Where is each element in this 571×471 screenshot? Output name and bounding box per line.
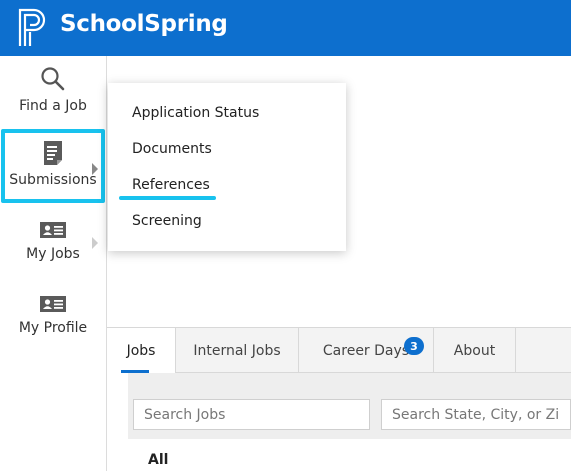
id-card-icon (40, 214, 66, 240)
chevron-right-icon (92, 237, 98, 249)
schoolspring-logo-icon[interactable] (18, 8, 48, 48)
brand-name[interactable]: SchoolSpring (60, 11, 228, 37)
tab-internal-jobs[interactable]: Internal Jobs (176, 328, 299, 373)
menu-item-application-status[interactable]: Application Status (132, 105, 259, 121)
tab-bar: Jobs Internal Jobs Career Days About (107, 327, 571, 373)
menu-item-references[interactable]: References (132, 177, 210, 193)
sidebar-item-my-profile[interactable]: My Profile (0, 288, 106, 362)
sidebar-item-label: My Jobs (26, 246, 80, 262)
results-filter-all[interactable]: All (148, 452, 168, 468)
career-days-count-badge: 3 (404, 337, 424, 355)
sidebar-item-my-jobs[interactable]: My Jobs (0, 214, 106, 288)
id-card-icon (40, 288, 66, 314)
tab-label: Career Days (322, 342, 410, 359)
app-header: SchoolSpring (0, 0, 571, 56)
sidebar-item-label: My Profile (18, 320, 88, 336)
search-icon (40, 66, 66, 92)
submissions-highlight-box (1, 129, 105, 203)
menu-item-screening[interactable]: Screening (132, 213, 202, 229)
references-highlight-underline (119, 196, 216, 200)
tab-about[interactable]: About (434, 328, 516, 373)
search-jobs-input[interactable] (133, 399, 370, 430)
menu-item-documents[interactable]: Documents (132, 141, 212, 157)
sidebar-item-label: Find a Job (19, 98, 87, 114)
tab-jobs[interactable]: Jobs (107, 328, 176, 373)
search-location-input[interactable] (381, 399, 571, 430)
submissions-dropdown-menu: Application Status Documents References … (108, 83, 346, 251)
